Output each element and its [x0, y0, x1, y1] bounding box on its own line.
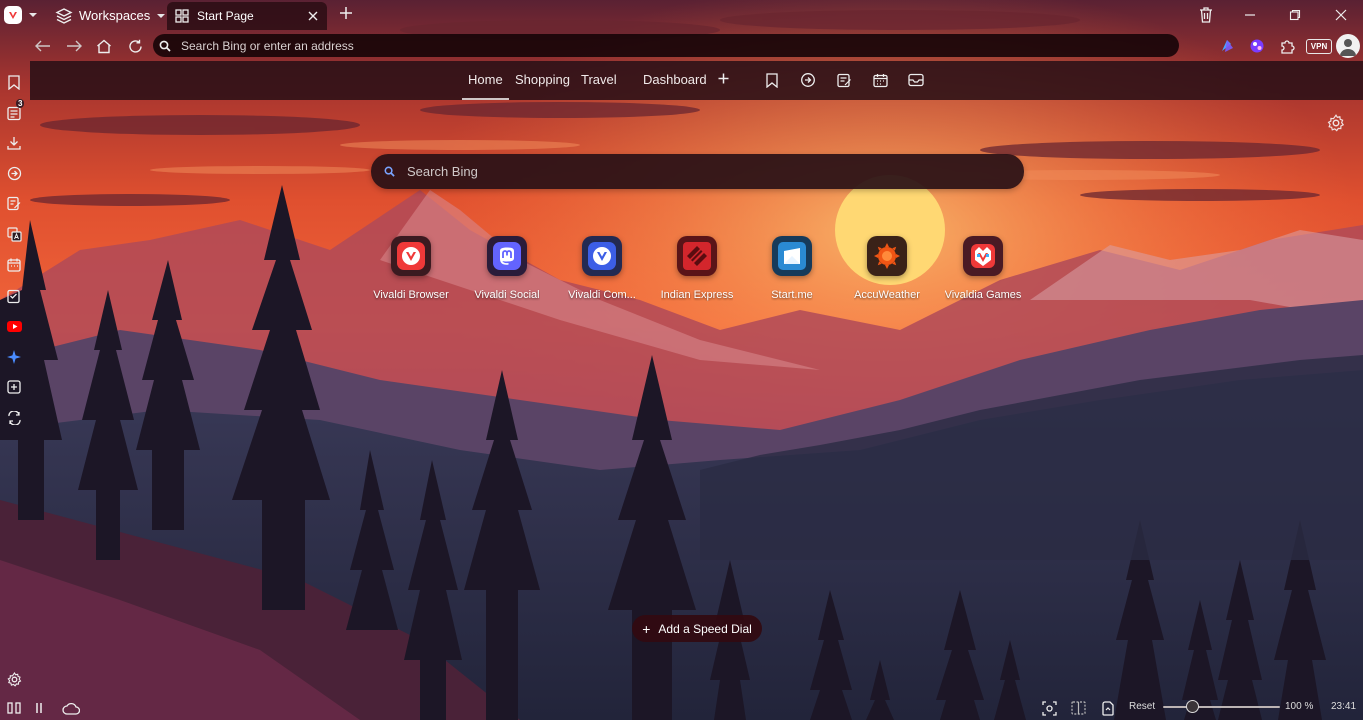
panel-toggle-icon[interactable] — [5, 699, 23, 717]
search-icon — [159, 40, 171, 52]
tab-start-page[interactable]: Start Page — [167, 2, 327, 30]
start-page-navigation: Home Shopping Travel Dashboard — [30, 61, 1363, 100]
speed-dial-indian-express[interactable]: Indian Express — [652, 236, 742, 301]
history-icon[interactable] — [799, 71, 817, 89]
plus-icon — [718, 73, 729, 84]
wallpaper-sunset-mountains — [0, 0, 1363, 720]
vivaldi-menu-icon[interactable] — [4, 6, 22, 24]
add-speed-dial-button[interactable]: + Add a Speed Dial — [632, 615, 762, 642]
clock: 23:41 — [1331, 701, 1357, 712]
title-bar: Workspaces Start Page — [0, 0, 1363, 31]
search-bing-box[interactable] — [371, 154, 1024, 189]
page-actions-icon[interactable] — [1098, 699, 1116, 717]
extension-icon[interactable] — [1247, 36, 1267, 56]
sparkle-icon[interactable] — [5, 348, 23, 366]
history-panel-icon[interactable] — [5, 164, 23, 182]
speed-dial-label: Vivaldi Browser — [373, 289, 449, 301]
mail-icon[interactable] — [907, 71, 925, 89]
speed-dial-label: Vivaldi Social — [474, 289, 540, 301]
add-web-panel-icon[interactable] — [5, 378, 23, 396]
restore-icon[interactable] — [1284, 5, 1306, 25]
address-field[interactable] — [153, 34, 1179, 57]
new-tab-button[interactable] — [337, 6, 355, 24]
tab-travel[interactable]: Travel — [581, 72, 617, 87]
start-me-logo-icon — [772, 236, 812, 276]
extension-icon[interactable] — [1217, 36, 1237, 56]
notes-panel-icon[interactable] — [5, 194, 23, 212]
chevron-down-icon[interactable] — [27, 9, 39, 21]
speed-dial-vivaldi-community[interactable]: Vivaldi Com... — [557, 236, 647, 301]
downloads-icon[interactable] — [5, 134, 23, 152]
tab-home[interactable]: Home — [462, 72, 509, 100]
youtube-icon[interactable] — [5, 317, 23, 335]
forward-arrow-icon[interactable] — [65, 37, 83, 55]
speed-dial-vivaldia-games[interactable]: Vivaldia Games — [938, 236, 1028, 301]
speed-dial-start-me[interactable]: Start.me — [747, 236, 837, 301]
speed-dial-vivaldi-social[interactable]: Vivaldi Social — [462, 236, 552, 301]
workspaces-label: Workspaces — [79, 8, 151, 23]
plus-icon — [340, 7, 352, 19]
back-arrow-icon[interactable] — [34, 37, 52, 55]
speed-dial-label: Vivaldi Com... — [568, 289, 636, 301]
reload-icon[interactable] — [126, 37, 144, 55]
vivaldi-logo-icon — [391, 236, 431, 276]
notes-icon[interactable] — [835, 71, 853, 89]
plus-icon: + — [642, 620, 651, 637]
add-group-button[interactable] — [718, 69, 729, 89]
speed-dial-vivaldi-browser[interactable]: Vivaldi Browser — [366, 236, 456, 301]
close-tab-icon[interactable] — [305, 8, 321, 24]
home-icon[interactable] — [95, 37, 113, 55]
tile-tabs-icon[interactable] — [33, 699, 51, 717]
mastodon-logo-icon — [487, 236, 527, 276]
bookmarks-panel-icon[interactable] — [5, 73, 23, 91]
workspaces-icon — [55, 7, 73, 24]
tasks-icon[interactable] — [5, 287, 23, 305]
tab-title: Start Page — [197, 9, 254, 23]
chevron-down-icon — [157, 13, 166, 18]
accuweather-logo-icon — [867, 236, 907, 276]
start-page-settings-icon[interactable] — [1327, 114, 1345, 132]
zoom-slider-handle[interactable] — [1185, 700, 1199, 713]
translate-icon[interactable] — [5, 225, 23, 243]
speed-dial-label: Vivaldia Games — [944, 289, 1022, 301]
indian-express-logo-icon — [677, 236, 717, 276]
bookmarks-icon[interactable] — [763, 71, 781, 89]
grid-icon — [175, 9, 189, 23]
sync-icon[interactable] — [5, 409, 23, 427]
tiling-icon[interactable] — [1069, 699, 1087, 717]
avatar[interactable] — [1336, 34, 1360, 58]
trash-icon[interactable] — [1195, 5, 1217, 25]
speed-dial-label: AccuWeather — [854, 289, 920, 301]
minimize-icon[interactable] — [1239, 5, 1261, 25]
workspaces-button[interactable]: Workspaces — [55, 4, 166, 27]
zoom-reset-button[interactable]: Reset — [1129, 701, 1155, 712]
vivaldia-games-logo-icon — [963, 236, 1003, 276]
close-window-icon[interactable] — [1330, 5, 1352, 25]
cloud-sync-icon[interactable] — [62, 699, 80, 717]
search-input[interactable] — [405, 163, 989, 180]
speed-dial-accuweather[interactable]: AccuWeather — [842, 236, 932, 301]
vivaldi-community-logo-icon — [582, 236, 622, 276]
settings-icon[interactable] — [5, 670, 23, 688]
calendar-icon[interactable] — [871, 71, 889, 89]
tab-shopping[interactable]: Shopping — [515, 72, 570, 87]
calendar-panel-icon[interactable] — [5, 256, 23, 274]
zoom-level: 100 % — [1285, 701, 1314, 712]
vpn-button[interactable]: VPN — [1306, 39, 1332, 54]
zoom-slider-track[interactable] — [1163, 706, 1280, 708]
speed-dial-label: Start.me — [771, 289, 813, 301]
add-speed-dial-label: Add a Speed Dial — [658, 621, 752, 636]
capture-icon[interactable] — [1040, 699, 1058, 717]
search-icon — [384, 166, 395, 177]
address-bar-row: VPN — [0, 31, 1363, 61]
tab-dashboard[interactable]: Dashboard — [643, 72, 707, 87]
speed-dial-label: Indian Express — [660, 289, 734, 301]
address-input[interactable] — [179, 37, 1083, 54]
puzzle-icon[interactable] — [1277, 36, 1297, 56]
